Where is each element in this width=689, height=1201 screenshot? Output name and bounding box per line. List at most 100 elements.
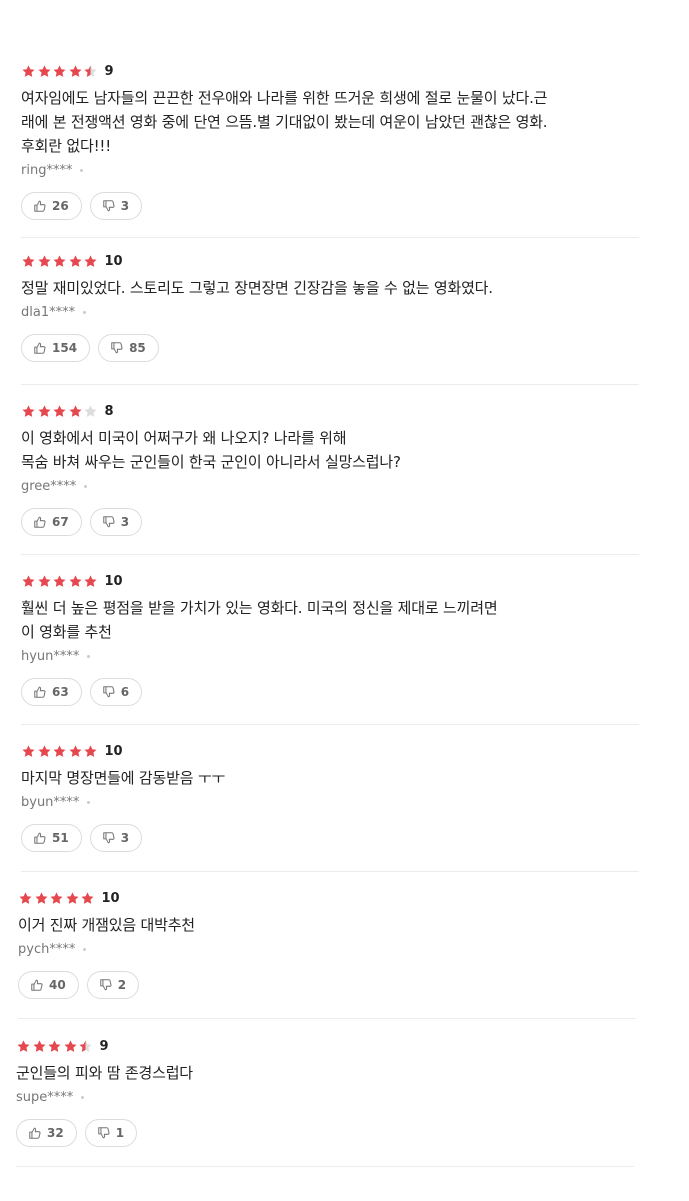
rating-score: 10 — [104, 253, 123, 269]
star-filled-icon — [37, 404, 52, 419]
dislike-count: 1 — [115, 1126, 125, 1140]
dislike-count: 3 — [120, 199, 130, 213]
dislike-button[interactable]: 3 — [89, 508, 143, 536]
star-rating — [21, 744, 99, 759]
like-count: 63 — [52, 685, 69, 699]
review-item: 9 군인들의 피와 땀 존경스럽다 supe**** 32 1 — [16, 1037, 634, 1167]
review-text: 이 영화에서 미국이 어쩌구가 왜 나오지? 나라를 위해 목숨 바쳐 싸우는 … — [21, 429, 401, 471]
review-text: 정말 재미있었다. 스토리도 그렇고 장면장면 긴장감을 놓을 수 없는 영화였… — [21, 279, 493, 297]
star-filled-icon — [68, 404, 83, 419]
star-filled-icon — [68, 574, 83, 589]
separator-dot — [84, 484, 88, 488]
review-text: 훨씬 더 높은 평점을 받을 가치가 있는 영화다. 미국의 정신을 제대로 느… — [21, 599, 498, 641]
vote-buttons: 51 3 — [21, 824, 639, 852]
rating-row: 9 — [21, 62, 639, 80]
rating-score: 10 — [101, 890, 120, 906]
rating-row: 8 — [21, 402, 639, 420]
star-filled-icon — [52, 744, 67, 759]
like-button[interactable]: 51 — [21, 824, 82, 852]
review-item: 10 이거 진짜 개잼있음 대박추천 pych**** 40 2 — [18, 889, 636, 1019]
like-count: 154 — [52, 341, 78, 355]
star-half-icon — [78, 1039, 93, 1054]
vote-buttons: 40 2 — [18, 971, 636, 999]
star-filled-icon — [68, 744, 83, 759]
review-meta: pych**** — [18, 939, 636, 959]
thumbs-down-icon — [97, 1126, 111, 1140]
vote-buttons: 154 85 — [21, 334, 639, 362]
separator-dot — [80, 168, 84, 172]
rating-row: 9 — [16, 1037, 634, 1055]
like-count: 40 — [49, 978, 66, 992]
thumbs-down-icon — [102, 515, 116, 529]
star-filled-icon — [49, 891, 64, 906]
review-item: 10 정말 재미있었다. 스토리도 그렇고 장면장면 긴장감을 놓을 수 없는 … — [21, 252, 639, 385]
star-filled-icon — [21, 744, 36, 759]
star-rating — [21, 404, 99, 419]
author-id: gree**** — [21, 478, 77, 494]
review-meta: ring**** — [21, 160, 639, 180]
dislike-count: 85 — [129, 341, 146, 355]
thumbs-up-icon — [33, 199, 47, 213]
author-id: hyun**** — [21, 648, 80, 664]
thumbs-down-icon — [102, 199, 116, 213]
star-empty-icon — [83, 404, 98, 419]
review-text: 이거 진짜 개잼있음 대박추천 — [18, 916, 195, 934]
rating-row: 10 — [21, 742, 639, 760]
author-id: byun**** — [21, 794, 80, 810]
rating-score: 9 — [99, 1038, 109, 1054]
dislike-button[interactable]: 6 — [89, 678, 143, 706]
dislike-button[interactable]: 85 — [98, 334, 159, 362]
star-filled-icon — [52, 64, 67, 79]
review-item: 8 이 영화에서 미국이 어쩌구가 왜 나오지? 나라를 위해 목숨 바쳐 싸우… — [21, 402, 639, 555]
separator-dot — [81, 1095, 85, 1099]
author-id: pych**** — [18, 941, 76, 957]
like-button[interactable]: 154 — [21, 334, 91, 362]
review-item: 10 마지막 명장면들에 감동받음 ㅜㅜ byun**** 51 3 — [21, 742, 639, 872]
star-filled-icon — [21, 574, 36, 589]
star-filled-icon — [18, 891, 33, 906]
review-text: 군인들의 피와 땀 존경스럽다 — [16, 1064, 193, 1082]
rating-score: 9 — [104, 63, 114, 79]
star-filled-icon — [37, 64, 52, 79]
dislike-button[interactable]: 3 — [89, 192, 143, 220]
rating-score: 8 — [104, 403, 114, 419]
dislike-count: 3 — [120, 831, 130, 845]
review-meta: hyun**** — [21, 646, 639, 666]
star-filled-icon — [21, 64, 36, 79]
like-button[interactable]: 67 — [21, 508, 82, 536]
review-meta: gree**** — [21, 476, 639, 496]
thumbs-up-icon — [33, 341, 47, 355]
like-button[interactable]: 26 — [21, 192, 82, 220]
star-half-icon — [83, 64, 98, 79]
review-meta: dla1**** — [21, 302, 639, 322]
star-rating — [21, 64, 99, 79]
rating-row: 10 — [18, 889, 636, 907]
like-button[interactable]: 32 — [16, 1119, 77, 1147]
dislike-button[interactable]: 1 — [84, 1119, 138, 1147]
dislike-count: 3 — [120, 515, 130, 529]
star-filled-icon — [21, 254, 36, 269]
dislike-button[interactable]: 3 — [89, 824, 143, 852]
author-id: supe**** — [16, 1089, 74, 1105]
star-filled-icon — [32, 1039, 47, 1054]
thumbs-up-icon — [28, 1126, 42, 1140]
review-item: 9 여자임에도 남자들의 끈끈한 전우애와 나라를 위한 뜨거운 희생에 절로 … — [21, 62, 639, 238]
review-text: 마지막 명장면들에 감동받음 ㅜㅜ — [21, 769, 226, 787]
like-button[interactable]: 63 — [21, 678, 82, 706]
review-item: 10 훨씬 더 높은 평점을 받을 가치가 있는 영화다. 미국의 정신을 제대… — [21, 572, 639, 725]
like-count: 26 — [52, 199, 69, 213]
star-filled-icon — [52, 254, 67, 269]
review-meta: byun**** — [21, 792, 639, 812]
star-filled-icon — [47, 1039, 62, 1054]
dislike-button[interactable]: 2 — [86, 971, 140, 999]
vote-buttons: 32 1 — [16, 1119, 634, 1147]
rating-score: 10 — [104, 573, 123, 589]
thumbs-up-icon — [33, 515, 47, 529]
author-id: dla1**** — [21, 304, 76, 320]
star-filled-icon — [80, 891, 95, 906]
review-text: 여자임에도 남자들의 끈끈한 전우애와 나라를 위한 뜨거운 희생에 절로 눈물… — [21, 89, 548, 155]
vote-buttons: 67 3 — [21, 508, 639, 536]
thumbs-down-icon — [102, 831, 116, 845]
star-filled-icon — [21, 404, 36, 419]
like-button[interactable]: 40 — [18, 971, 79, 999]
